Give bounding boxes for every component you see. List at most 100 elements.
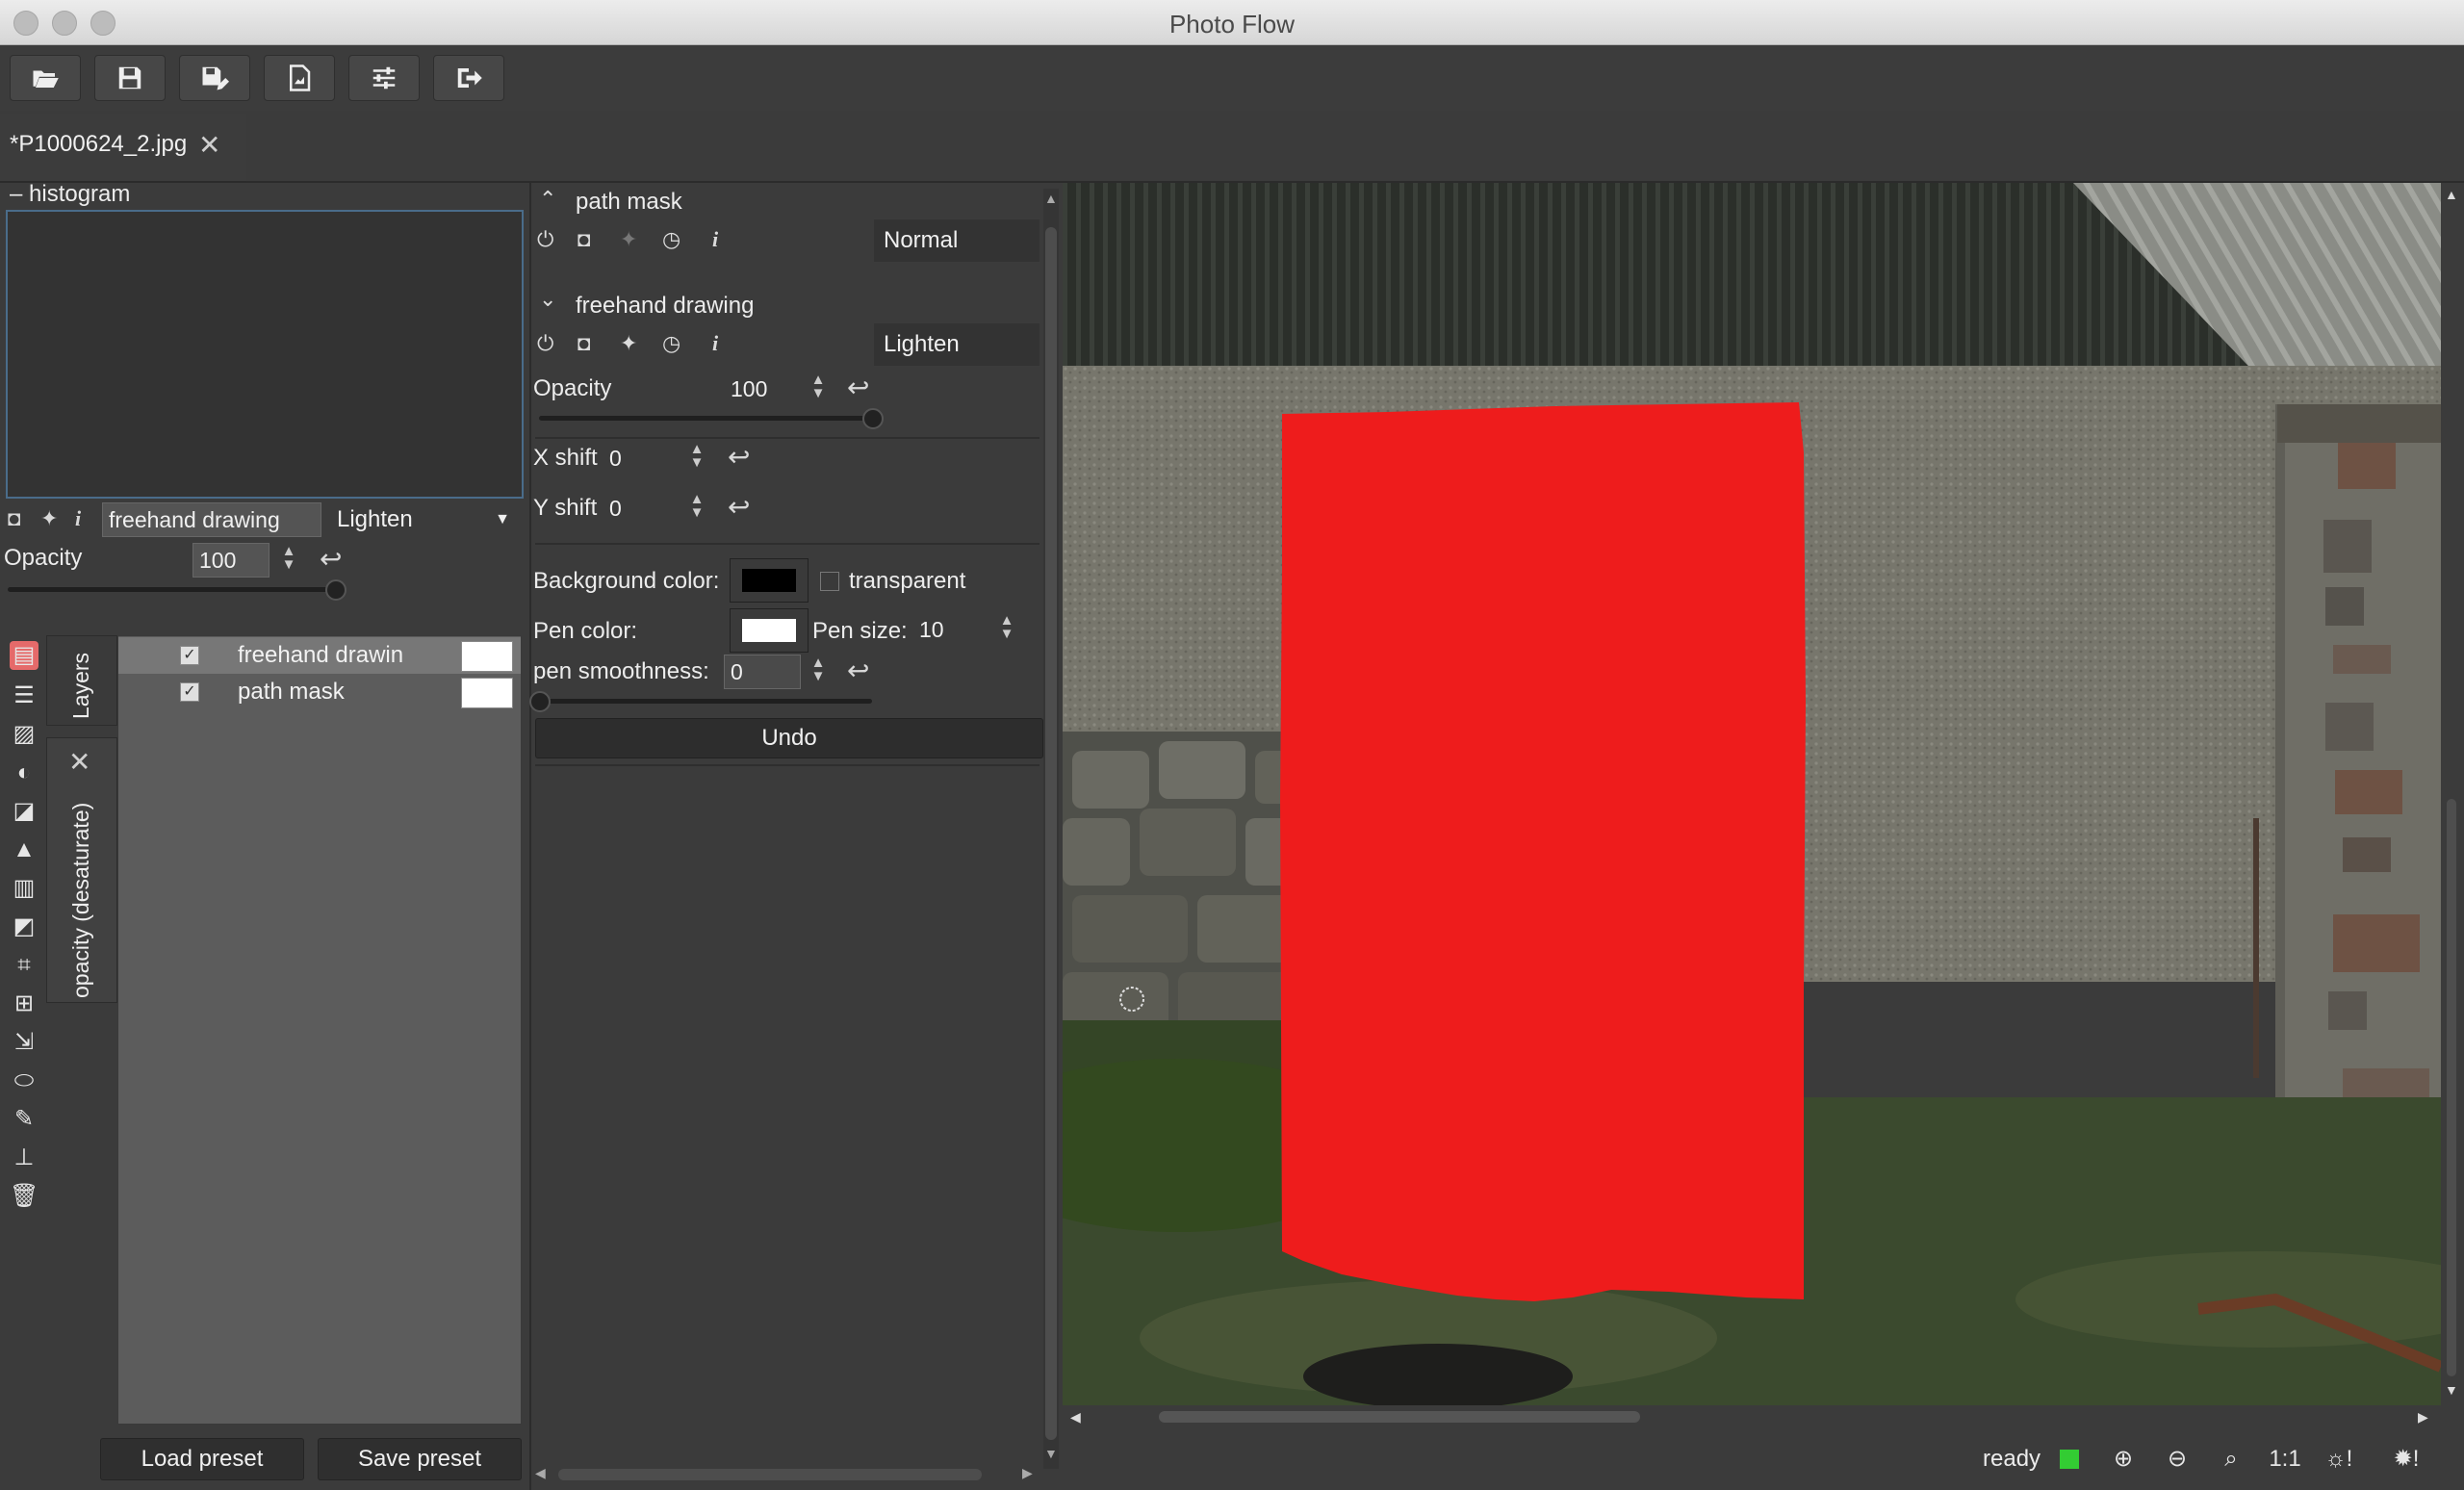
clock-icon[interactable]: ◷ (662, 227, 680, 252)
tab-image[interactable]: *P1000624_2.jpg ✕ (0, 114, 246, 183)
xshift-input[interactable]: 0 (603, 441, 680, 475)
mask-icon[interactable]: ◘ (8, 506, 20, 531)
reset-arrow-icon[interactable]: ↩ (320, 543, 342, 575)
brightness-warning-icon[interactable]: ☼! (2320, 1440, 2358, 1478)
scroll-left-icon[interactable]: ◀ (1070, 1409, 1081, 1426)
info-icon[interactable]: i (712, 227, 718, 252)
open-button[interactable] (10, 55, 81, 101)
canvas-horizontal-scrollbar[interactable]: ◀ ▶ (1063, 1405, 2441, 1428)
path-mask-blend-dropdown[interactable]: Normal (874, 219, 1040, 262)
zoom-out-icon[interactable]: ⊖ (2158, 1440, 2196, 1478)
reset-arrow-icon[interactable]: ↩ (847, 372, 869, 403)
tab-layers[interactable]: Layers (46, 635, 117, 726)
reset-arrow-icon[interactable]: ↩ (728, 441, 750, 473)
image-file-icon[interactable]: ▨ (10, 720, 38, 749)
pin-icon[interactable]: ✦ (40, 506, 58, 531)
load-preset-button[interactable]: Load preset (100, 1438, 304, 1480)
panel-vertical-scrollbar[interactable]: ▲ ▼ (1043, 189, 1059, 1469)
freehand-opacity-slider[interactable] (539, 416, 872, 421)
layer-opacity-spinner[interactable]: ▲ ▼ (281, 544, 296, 574)
histogram-header[interactable]: – histogram (10, 181, 130, 208)
smoothness-slider[interactable] (539, 699, 872, 704)
tab-opacity-desaturate[interactable]: ✕ opacity (desaturate) (46, 737, 117, 1003)
gradient-icon[interactable]: ▥ (10, 874, 38, 903)
perspective-icon[interactable]: ⊞ (10, 989, 38, 1018)
layer-visible-checkbox[interactable]: ✓ (180, 682, 199, 702)
layer-row[interactable]: ✓ path mask (118, 674, 521, 710)
path-mask-title[interactable]: path mask (576, 189, 682, 216)
curves-icon[interactable]: ◪ (10, 797, 38, 826)
layer-opacity-input[interactable]: 100 (192, 543, 270, 578)
pin-icon[interactable]: ✦ (620, 227, 637, 252)
mask-icon[interactable]: ◘ (578, 331, 590, 356)
scroll-down-icon[interactable]: ▼ (2445, 1382, 2458, 1398)
zoom-1to1-button[interactable]: 1:1 (2266, 1440, 2304, 1478)
slider-handle[interactable] (862, 408, 884, 429)
zoom-fit-icon[interactable]: ⌕ (2212, 1440, 2250, 1478)
canvas-vertical-scrollbar[interactable]: ▲ ▼ (2441, 183, 2464, 1405)
reset-arrow-icon[interactable]: ↩ (728, 491, 750, 523)
freehand-opacity-input[interactable]: 100 (724, 372, 801, 406)
trash-icon[interactable]: 🗑 (10, 1182, 38, 1211)
transparent-checkbox[interactable] (820, 572, 839, 591)
smoothness-input[interactable]: 0 (724, 655, 801, 689)
exit-button[interactable] (433, 55, 504, 101)
sun-warning-icon[interactable]: ✹! (2387, 1440, 2426, 1478)
undo-button[interactable]: Undo (535, 718, 1043, 758)
layer-blend-dropdown[interactable]: Lighten ▼ (327, 501, 520, 539)
layer-visible-checkbox[interactable]: ✓ (180, 646, 199, 665)
scrollbar-thumb[interactable] (1159, 1411, 1640, 1423)
layer-list[interactable]: ✓ freehand drawin ✓ path mask (117, 635, 522, 1425)
freehand-title[interactable]: freehand drawing (576, 293, 754, 320)
save-button[interactable] (94, 55, 166, 101)
info-icon[interactable]: i (712, 331, 718, 356)
layer-opacity-slider[interactable] (8, 587, 335, 592)
stamp-icon[interactable]: ⊥ (10, 1143, 38, 1172)
contrast-icon[interactable]: ◐ (10, 758, 38, 787)
chevron-up-icon[interactable]: ⌃ (539, 187, 556, 212)
scroll-up-icon[interactable]: ▲ (2445, 187, 2458, 202)
preferences-button[interactable] (348, 55, 420, 101)
scroll-up-icon[interactable]: ▲ (1044, 191, 1058, 206)
zoom-in-icon[interactable]: ⊕ (2104, 1440, 2143, 1478)
power-icon[interactable]: ⏻ (537, 331, 553, 356)
yshift-spinner[interactable]: ▲ ▼ (689, 492, 705, 522)
clone-icon[interactable]: ⇲ (10, 1028, 38, 1057)
image-canvas[interactable] (1063, 183, 2441, 1405)
info-icon[interactable]: i (75, 506, 81, 531)
layer-name-field[interactable]: freehand drawing (102, 502, 321, 537)
freehand-blend-dropdown[interactable]: Lighten (874, 323, 1040, 366)
scroll-left-icon[interactable]: ◀ (535, 1465, 546, 1481)
reset-arrow-icon[interactable]: ↩ (847, 655, 869, 686)
chevron-down-icon[interactable]: ⌄ (539, 287, 556, 312)
scrollbar-thumb[interactable] (1045, 227, 1057, 1440)
tone-icon[interactable]: ◩ (10, 912, 38, 941)
scrollbar-thumb[interactable] (2447, 799, 2456, 1376)
pen-size-spinner[interactable]: ▲ ▼ (999, 613, 1014, 643)
tree-tool-icon[interactable]: ☰ (10, 681, 38, 710)
pen-size-input[interactable]: 10 (912, 612, 989, 647)
pin-icon[interactable]: ✦ (620, 331, 637, 356)
paint-bucket-icon[interactable]: ▲ (10, 835, 38, 864)
scroll-down-icon[interactable]: ▼ (1044, 1446, 1058, 1461)
power-icon[interactable]: ⏻ (537, 227, 553, 252)
freehand-opacity-spinner[interactable]: ▲ ▼ (810, 372, 826, 402)
pencil-icon[interactable]: ✎ (10, 1105, 38, 1134)
crop-icon[interactable]: ⌗ (10, 951, 38, 980)
yshift-input[interactable]: 0 (603, 491, 680, 526)
export-button[interactable] (264, 55, 335, 101)
clock-icon[interactable]: ◷ (662, 331, 680, 356)
smoothness-spinner[interactable]: ▲ ▼ (810, 655, 826, 685)
mask-icon[interactable]: ◘ (578, 227, 590, 252)
bg-color-button[interactable] (730, 558, 808, 603)
scroll-right-icon[interactable]: ▶ (2418, 1409, 2428, 1426)
save-as-button[interactable] (179, 55, 250, 101)
pen-color-button[interactable] (730, 608, 808, 653)
slider-handle[interactable] (529, 691, 551, 712)
scrollbar-thumb[interactable] (558, 1469, 982, 1480)
panel-horizontal-scrollbar[interactable]: ◀ ▶ (535, 1463, 1036, 1488)
xshift-spinner[interactable]: ▲ ▼ (689, 442, 705, 472)
save-preset-button[interactable]: Save preset (318, 1438, 522, 1480)
layer-row[interactable]: ✓ freehand drawin (118, 637, 521, 674)
scroll-right-icon[interactable]: ▶ (1022, 1465, 1033, 1481)
